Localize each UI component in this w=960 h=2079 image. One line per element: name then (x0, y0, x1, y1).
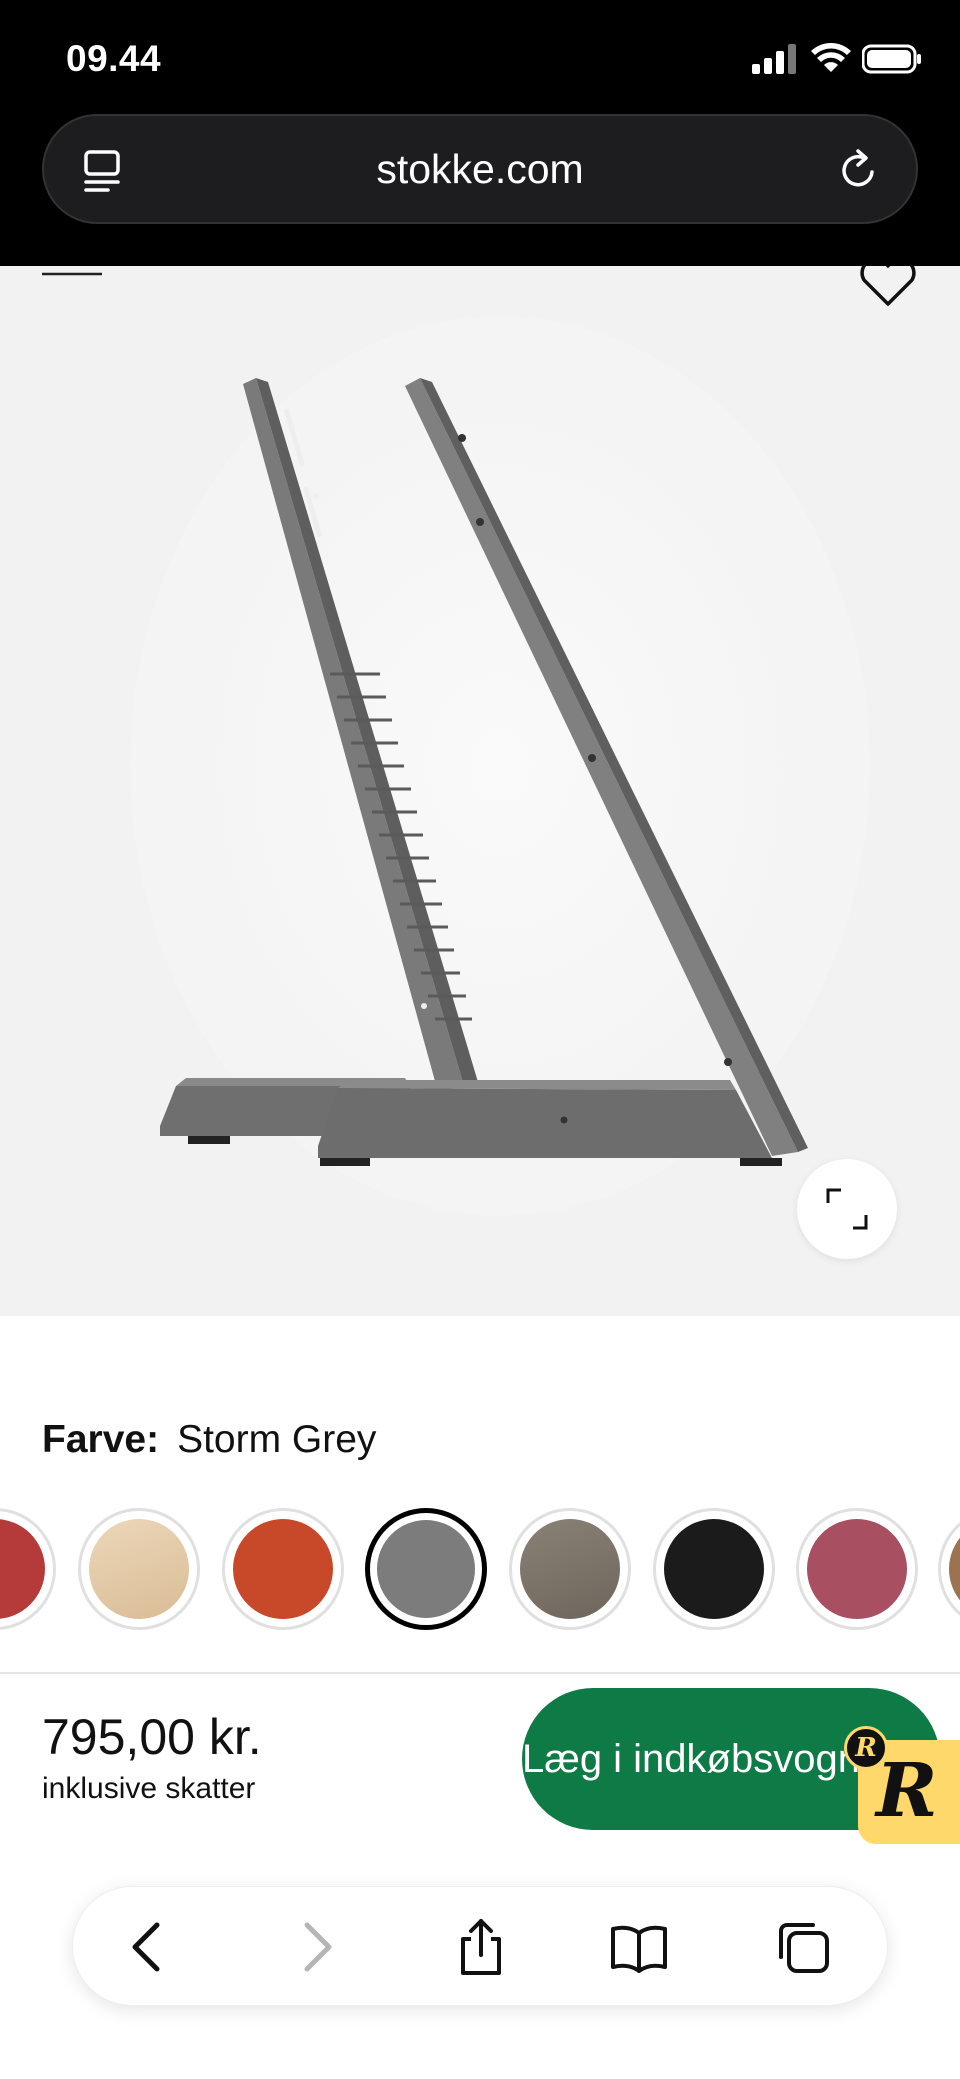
swatch-fill (664, 1519, 764, 1619)
swatch-fill (949, 1519, 960, 1619)
color-selection-label: Farve: Storm Grey (42, 1418, 376, 1462)
cellular-signal-icon (752, 44, 796, 74)
wifi-icon (811, 43, 851, 72)
status-bar: 09.44 (0, 0, 960, 110)
swatch-black[interactable] (653, 1508, 775, 1630)
color-label-key: Farve: (42, 1418, 160, 1461)
hamburger-menu-icon[interactable] (40, 266, 104, 288)
swatch-red[interactable] (0, 1508, 56, 1630)
swatch-rose[interactable] (796, 1508, 918, 1630)
product-image (160, 378, 808, 1166)
tabs-icon (779, 1923, 829, 1973)
back-button[interactable] (119, 1917, 179, 1977)
clock: 09.44 (66, 38, 162, 79)
rewards-badge-letter: R (876, 1748, 938, 1834)
swatch-hazy-grey[interactable] (509, 1508, 631, 1630)
expand-image-button[interactable] (797, 1159, 897, 1259)
swatch-fill (0, 1519, 45, 1619)
address-bar[interactable]: stokke.com (42, 114, 918, 224)
bookmarks-button[interactable] (609, 1917, 669, 1977)
heart-icon[interactable] (858, 266, 918, 308)
forward-button[interactable] (285, 1917, 345, 1977)
color-label-value: Storm Grey (177, 1418, 377, 1461)
swatch-storm-grey[interactable] (365, 1508, 487, 1630)
divider (0, 1672, 960, 1674)
tabs-button[interactable] (773, 1917, 833, 1977)
expand-icon (826, 1188, 868, 1230)
chevron-left-icon (132, 1922, 160, 1972)
swatch-fill (377, 1520, 475, 1618)
share-icon (461, 1919, 501, 1975)
browser-address-area: stokke.com (0, 110, 960, 266)
swatch-fill (89, 1519, 189, 1619)
reload-icon[interactable] (836, 146, 882, 196)
product-image-area[interactable] (0, 266, 960, 1316)
swatch-fill (807, 1519, 907, 1619)
rewards-badge-small-icon: R (844, 1726, 888, 1770)
swatch-fill (233, 1519, 333, 1619)
browser-toolbar (72, 1886, 888, 2006)
share-button[interactable] (451, 1917, 511, 1977)
swatch-fill (520, 1519, 620, 1619)
color-swatches (0, 1508, 960, 1632)
book-icon (611, 1925, 667, 1973)
chevron-right-icon (304, 1922, 332, 1972)
swatch-natural[interactable] (78, 1508, 200, 1630)
battery-icon (862, 44, 921, 74)
add-to-cart-label: Læg i indkøbsvogn (522, 1737, 860, 1781)
tax-note: inklusive skatter (42, 1772, 256, 1805)
swatch-walnut[interactable] (938, 1508, 960, 1630)
url-text[interactable]: stokke.com (44, 146, 916, 193)
swatch-orange[interactable] (222, 1508, 344, 1630)
price: 795,00 kr. (42, 1709, 262, 1765)
